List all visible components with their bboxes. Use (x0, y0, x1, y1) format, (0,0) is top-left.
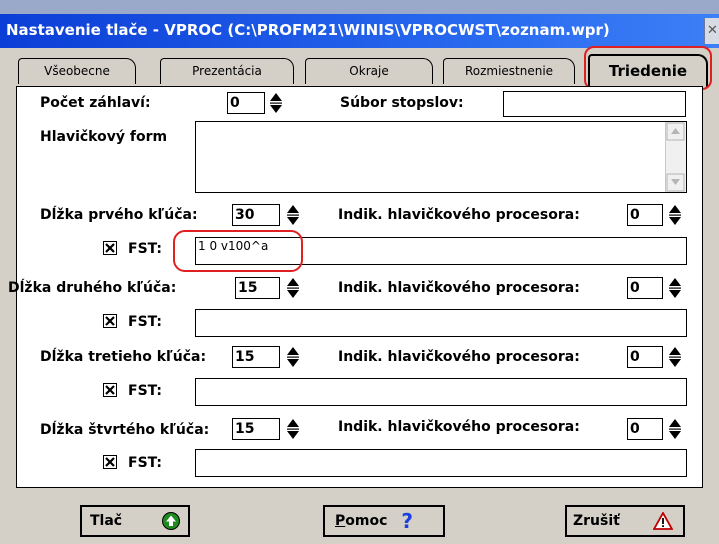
help-button[interactable]: Pomoc ? (323, 505, 445, 537)
fst-highlight-outline (173, 230, 303, 272)
key1-fst-checkbox-icon[interactable] (103, 241, 117, 259)
key1-indik-input[interactable]: 0 (627, 204, 663, 226)
pocet-zahlavi-spinner-icon[interactable] (269, 92, 283, 114)
green-arrow-up-icon (162, 512, 180, 530)
print-button-label: Tlač (90, 513, 123, 529)
key3-length-spinner-icon[interactable] (286, 346, 300, 368)
tab-okraje[interactable]: Okraje (305, 58, 433, 84)
hlavickovy-form-label: Hlavičkový form (40, 129, 168, 145)
key3-indik-label: Indik. hlavičkového procesora: (338, 349, 580, 365)
hlavickovy-form-scrollbar[interactable] (665, 122, 686, 192)
key2-length-label: Dĺžka druhého kľúča: (8, 280, 177, 296)
key1-fst-label: FST: (128, 241, 163, 257)
cancel-button-label: Zrušiť (573, 513, 620, 529)
key2-length-input[interactable]: 15 (235, 277, 280, 299)
print-button[interactable]: Tlač (80, 505, 190, 537)
key3-fst-label: FST: (128, 383, 163, 399)
key3-fst-input[interactable] (195, 378, 687, 406)
key3-length-input[interactable]: 15 (232, 346, 280, 368)
key4-fst-checkbox-icon[interactable] (103, 455, 117, 473)
key2-fst-label: FST: (128, 314, 163, 330)
background-window-strip (0, 0, 719, 14)
subor-stopslov-input[interactable] (503, 91, 686, 117)
key2-fst-input[interactable] (195, 309, 687, 337)
key3-indik-spinner-icon[interactable] (668, 346, 682, 368)
key2-fst-checkbox-icon[interactable] (103, 314, 117, 332)
key1-length-spinner-icon[interactable] (286, 204, 300, 226)
key2-indik-label: Indik. hlavičkového procesora: (338, 280, 580, 296)
key3-fst-checkbox-icon[interactable] (103, 383, 117, 401)
key2-indik-input[interactable]: 0 (627, 277, 663, 299)
key4-indik-label: Indik. hlavičkového procesora: (338, 419, 580, 435)
question-mark-icon: ? (401, 509, 413, 533)
key2-length-spinner-icon[interactable] (286, 277, 300, 299)
key4-length-input[interactable]: 15 (232, 418, 280, 440)
key2-indik-spinner-icon[interactable] (668, 277, 682, 299)
tab-prezentacia[interactable]: Prezentácia (160, 58, 294, 84)
help-button-label: Pomoc (335, 513, 388, 529)
key1-length-input[interactable]: 30 (232, 204, 280, 226)
key3-length-label: Dĺžka tretieho kľúča: (40, 349, 207, 365)
hlavickovy-form-textarea[interactable] (195, 121, 687, 193)
cancel-button[interactable]: Zrušiť (565, 505, 685, 537)
key1-length-label: Dĺžka prvého kľúča: (40, 207, 198, 223)
pocet-zahlavi-input[interactable]: 0 (227, 92, 265, 114)
key4-indik-spinner-icon[interactable] (668, 418, 682, 440)
warning-triangle-icon (653, 512, 673, 530)
key4-fst-input[interactable] (195, 449, 687, 477)
key4-fst-label: FST: (128, 455, 163, 471)
key4-indik-input[interactable]: 0 (627, 418, 663, 440)
key4-length-spinner-icon[interactable] (286, 418, 300, 440)
tab-rozmiestnenie[interactable]: Rozmiestnenie (443, 58, 575, 84)
tab-vseobecne[interactable]: Všeobecne (18, 58, 136, 84)
window-title: Nastavenie tlače - VPROC (C:\PROFM21\WIN… (6, 21, 610, 39)
subor-stopslov-label: Súbor stopslov: (340, 95, 464, 111)
key1-indik-label: Indik. hlavičkového procesora: (338, 207, 580, 223)
key4-length-label: Dĺžka štvrtého kľúča: (40, 422, 210, 438)
key3-indik-input[interactable]: 0 (627, 346, 663, 368)
key1-indik-spinner-icon[interactable] (668, 204, 682, 226)
tab-highlight-outline (584, 46, 712, 90)
pocet-zahlavi-label: Počet záhlaví: (40, 95, 151, 111)
close-button[interactable]: ✕ (704, 18, 719, 44)
